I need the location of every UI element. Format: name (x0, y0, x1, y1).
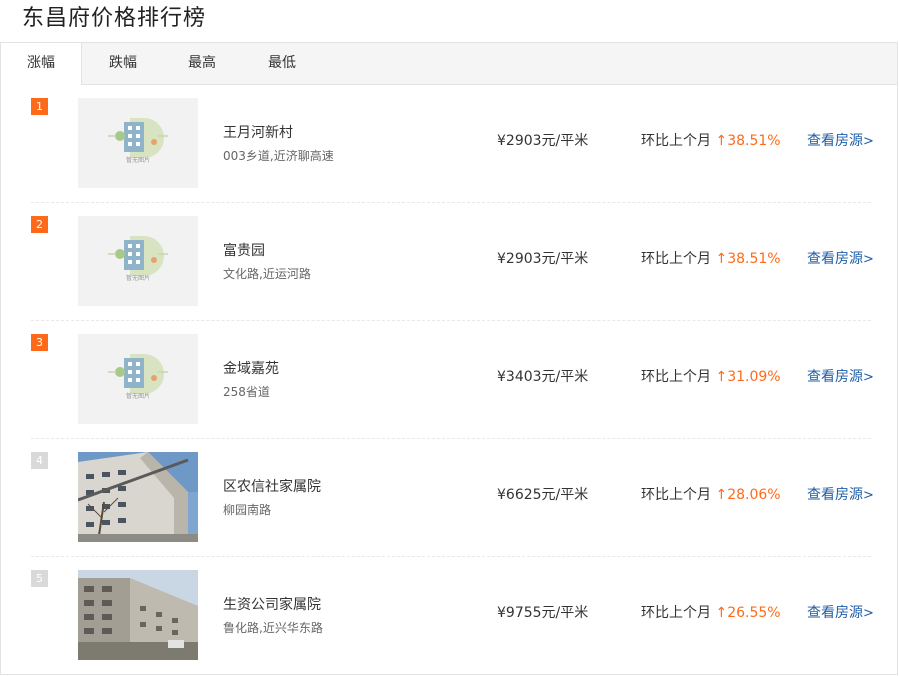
building-photo[interactable] (78, 452, 198, 542)
unit-price: ¥2903元/平米 (497, 251, 589, 267)
community-address: 258省道 (223, 385, 270, 399)
mom-change: 环比上个月 ↑28.06% (641, 484, 781, 504)
compare-label: 环比上个月 (641, 487, 711, 503)
mom-change: 环比上个月 ↑38.51% (641, 248, 781, 268)
mom-change: 环比上个月 ↑31.09% (641, 366, 781, 386)
chevron-right-icon: > (863, 606, 874, 621)
arrow-up-icon: ↑ (715, 487, 728, 503)
change-percent: 28.06% (727, 487, 781, 503)
building-placeholder-icon: 暂无图片 (108, 354, 168, 400)
view-listings-link[interactable]: 查看房源> (807, 130, 874, 150)
view-listings-label: 查看房源 (807, 369, 863, 385)
chevron-right-icon: > (863, 488, 874, 503)
rank-badge: 2 (31, 216, 48, 233)
tab-lowest[interactable]: 最低 (242, 43, 322, 84)
community-address: 鲁化路,近兴华东路 (223, 621, 323, 635)
arrow-up-icon: ↑ (715, 133, 728, 149)
page-title: 东昌府价格排行榜 (22, 6, 207, 31)
community-address: 003乡道,近济聊高速 (223, 149, 334, 163)
list-item: 3 暂无图片 金域嘉苑 258省道 ¥3403元/平米 环比上个月 ↑31.09… (31, 321, 874, 439)
placeholder-image[interactable]: 暂无图片 (78, 98, 198, 188)
compare-label: 环比上个月 (641, 251, 711, 267)
arrow-up-icon: ↑ (715, 605, 728, 621)
community-name[interactable]: 金域嘉苑 (223, 358, 279, 378)
tab-highest[interactable]: 最高 (162, 43, 242, 84)
compare-label: 环比上个月 (641, 133, 711, 149)
change-percent: 31.09% (727, 369, 781, 385)
mom-change: 环比上个月 ↑38.51% (641, 130, 781, 150)
community-name[interactable]: 生资公司家属院 (223, 594, 321, 614)
unit-price: ¥3403元/平米 (497, 369, 589, 385)
ranking-panel: 涨幅 跌幅 最高 最低 1 暂无图片 王月河新村 003乡道,近济聊高速 ¥29… (0, 42, 898, 675)
placeholder-image[interactable]: 暂无图片 (78, 216, 198, 306)
community-name[interactable]: 王月河新村 (223, 122, 293, 142)
community-address: 柳园南路 (223, 503, 272, 517)
rank-badge: 1 (31, 98, 48, 115)
rank-badge: 4 (31, 452, 48, 469)
change-percent: 38.51% (727, 133, 781, 149)
view-listings-label: 查看房源 (807, 487, 863, 503)
building-photo[interactable] (78, 570, 198, 660)
svg-text:暂无图片: 暂无图片 (126, 156, 150, 164)
rank-badge: 3 (31, 334, 48, 351)
unit-price: ¥9755元/平米 (497, 605, 589, 621)
building-placeholder-icon: 暂无图片 (108, 118, 168, 164)
compare-label: 环比上个月 (641, 369, 711, 385)
arrow-up-icon: ↑ (715, 251, 728, 267)
community-address: 文化路,近运河路 (223, 267, 311, 281)
view-listings-label: 查看房源 (807, 605, 863, 621)
unit-price: ¥6625元/平米 (497, 487, 589, 503)
view-listings-link[interactable]: 查看房源> (807, 484, 874, 504)
list-item: 2 暂无图片 富贵园 文化路,近运河路 ¥2903元/平米 环比上个月 ↑38.… (31, 203, 874, 321)
chevron-right-icon: > (863, 370, 874, 385)
building-photo-image (78, 452, 198, 542)
list-item: 1 暂无图片 王月河新村 003乡道,近济聊高速 ¥2903元/平米 环比上个月… (31, 85, 874, 203)
view-listings-link[interactable]: 查看房源> (807, 602, 874, 622)
chevron-right-icon: > (863, 134, 874, 149)
tab-fall[interactable]: 跌幅 (83, 43, 163, 84)
building-photo-image (78, 570, 198, 660)
view-listings-link[interactable]: 查看房源> (807, 366, 874, 386)
tab-bar: 涨幅 跌幅 最高 最低 (1, 43, 897, 85)
building-placeholder-icon: 暂无图片 (108, 236, 168, 282)
arrow-up-icon: ↑ (715, 369, 728, 385)
mom-change: 环比上个月 ↑26.55% (641, 602, 781, 622)
compare-label: 环比上个月 (641, 605, 711, 621)
svg-text:暂无图片: 暂无图片 (126, 392, 150, 400)
list-item: 5 生资公司家属院 鲁化路,近兴华东路 ¥9755元/平米 环比上个月 ↑26.… (31, 557, 874, 675)
placeholder-image[interactable]: 暂无图片 (78, 334, 198, 424)
list-item: 4 区农信社家属院 柳园南路 ¥6625元/平米 环比上个月 ↑28.06% 查… (31, 439, 874, 557)
unit-price: ¥2903元/平米 (497, 133, 589, 149)
community-name[interactable]: 区农信社家属院 (223, 476, 321, 496)
change-percent: 26.55% (727, 605, 781, 621)
tab-rise[interactable]: 涨幅 (1, 43, 82, 85)
rank-badge: 5 (31, 570, 48, 587)
svg-text:暂无图片: 暂无图片 (126, 274, 150, 282)
view-listings-label: 查看房源 (807, 133, 863, 149)
chevron-right-icon: > (863, 252, 874, 267)
community-name[interactable]: 富贵园 (223, 240, 265, 260)
change-percent: 38.51% (727, 251, 781, 267)
view-listings-link[interactable]: 查看房源> (807, 248, 874, 268)
view-listings-label: 查看房源 (807, 251, 863, 267)
